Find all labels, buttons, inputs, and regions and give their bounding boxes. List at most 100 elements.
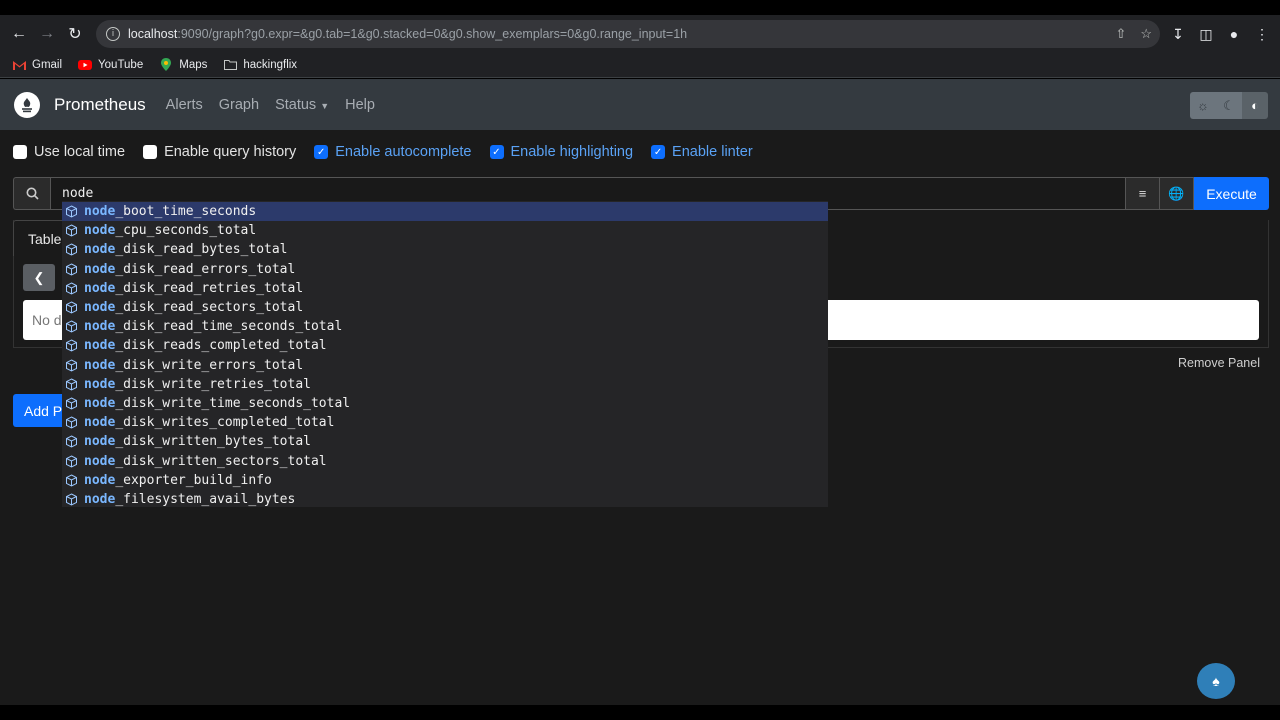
option-use-local-time[interactable]: Use local time xyxy=(13,144,125,160)
autocomplete-item[interactable]: node _disk_reads_completed_total xyxy=(62,336,828,355)
metric-cube-icon xyxy=(65,339,78,352)
autocomplete-match: node xyxy=(84,261,116,277)
autocomplete-suffix: _disk_written_sectors_total xyxy=(115,453,327,469)
autocomplete-suffix: _disk_read_time_seconds_total xyxy=(115,319,343,335)
checkbox-checked[interactable]: ✓ xyxy=(489,145,504,159)
autocomplete-item[interactable]: node _disk_write_retries_total xyxy=(62,375,828,394)
bookmark-hackingflix[interactable]: hackingflix xyxy=(223,59,297,71)
back-icon[interactable]: ← xyxy=(5,20,33,48)
bottom-letterbox xyxy=(0,705,1280,720)
autocomplete-item[interactable]: node _cpu_seconds_total xyxy=(62,221,828,240)
maps-icon xyxy=(159,58,173,71)
gmail-icon xyxy=(12,59,26,71)
bookmark-star-icon[interactable]: ☆ xyxy=(1140,26,1152,42)
autocomplete-match: node xyxy=(84,453,116,469)
bookmark-maps[interactable]: Maps xyxy=(159,58,207,71)
top-letterbox xyxy=(0,0,1280,15)
tab-table[interactable]: Table xyxy=(13,220,65,256)
autocomplete-match: node xyxy=(84,338,116,354)
metric-cube-icon xyxy=(65,359,78,372)
autocomplete-item[interactable]: node _disk_written_bytes_total xyxy=(62,432,828,451)
search-icon xyxy=(13,177,50,210)
metric-cube-icon xyxy=(65,493,78,506)
nav-status[interactable]: Status ▼ xyxy=(275,97,329,113)
autocomplete-suffix: _disk_write_time_seconds_total xyxy=(115,395,351,411)
option-enable-linter[interactable]: ✓ Enable linter xyxy=(651,144,753,160)
metrics-explorer-icon[interactable]: 🌐 xyxy=(1160,177,1194,210)
brand-title[interactable]: Prometheus xyxy=(54,95,146,115)
metric-cube-icon xyxy=(65,378,78,391)
share-icon[interactable]: ⇧ xyxy=(1115,26,1126,42)
autocomplete-item[interactable]: node _disk_read_bytes_total xyxy=(62,240,828,259)
dark-theme-icon[interactable]: ☾ xyxy=(1216,92,1242,119)
nav-graph[interactable]: Graph xyxy=(219,97,259,113)
autocomplete-item[interactable]: node _filesystem_avail_bytes xyxy=(62,490,828,509)
remove-panel-link[interactable]: Remove Panel xyxy=(1178,356,1260,370)
checkbox-checked[interactable]: ✓ xyxy=(314,145,329,159)
nav-help[interactable]: Help xyxy=(345,97,375,113)
autocomplete-item[interactable]: node _disk_read_time_seconds_total xyxy=(62,317,828,336)
time-back-button[interactable]: ❮ xyxy=(23,264,55,291)
autocomplete-match: node xyxy=(84,472,116,488)
autocomplete-item[interactable]: node _disk_read_retries_total xyxy=(62,279,828,298)
query-options: Use local time Enable query history ✓ En… xyxy=(13,144,771,160)
autocomplete-match: node xyxy=(84,280,116,296)
option-enable-highlighting[interactable]: ✓ Enable highlighting xyxy=(489,144,633,160)
side-panel-icon[interactable]: ◫ xyxy=(1196,20,1216,48)
autocomplete-item[interactable]: node _disk_read_sectors_total xyxy=(62,298,828,317)
autocomplete-match: node xyxy=(84,434,116,450)
url-path: :9090/graph?g0.expr=&g0.tab=1&g0.stacked… xyxy=(177,27,688,41)
autocomplete-item[interactable]: node _exporter_build_info xyxy=(62,471,828,490)
format-expression-icon[interactable]: ≡ xyxy=(1126,177,1160,210)
autocomplete-match: node xyxy=(84,204,116,220)
prometheus-navbar: Prometheus Alerts Graph Status ▼ Help ☼ … xyxy=(0,79,1280,130)
autocomplete-suffix: _cpu_seconds_total xyxy=(115,223,257,239)
url-host: localhost xyxy=(128,27,178,41)
autocomplete-suffix: _disk_reads_completed_total xyxy=(115,338,327,354)
option-enable-autocomplete[interactable]: ✓ Enable autocomplete xyxy=(314,144,472,160)
autocomplete-match: node xyxy=(84,357,116,373)
autocomplete-item[interactable]: node _disk_read_errors_total xyxy=(62,260,828,279)
autocomplete-suffix: _disk_read_sectors_total xyxy=(115,300,304,316)
theme-toggle: ☼ ☾ ◐ xyxy=(1190,92,1268,119)
menu-kebab-icon[interactable]: ⋮ xyxy=(1252,20,1272,48)
checkbox-unchecked[interactable] xyxy=(143,145,158,159)
nav-alerts[interactable]: Alerts xyxy=(166,97,203,113)
checkbox-checked[interactable]: ✓ xyxy=(651,145,666,159)
autocomplete-item[interactable]: node _disk_write_errors_total xyxy=(62,356,828,375)
autocomplete-suffix: _boot_time_seconds xyxy=(115,204,257,220)
autocomplete-item[interactable]: node _disk_write_time_seconds_total xyxy=(62,394,828,413)
address-bar[interactable]: i localhost:9090/graph?g0.expr=&g0.tab=1… xyxy=(96,20,1160,48)
metric-cube-icon xyxy=(65,205,78,218)
metric-cube-icon xyxy=(65,282,78,295)
metric-cube-icon xyxy=(65,416,78,429)
execute-button[interactable]: Execute xyxy=(1194,177,1269,210)
autocomplete-match: node xyxy=(84,223,116,239)
autocomplete-match: node xyxy=(84,395,116,411)
autocomplete-item[interactable]: node _disk_written_sectors_total xyxy=(62,451,828,470)
metric-cube-icon xyxy=(65,454,78,468)
autocomplete-suffix: _disk_read_retries_total xyxy=(115,280,304,296)
autocomplete-suffix: _disk_read_errors_total xyxy=(115,261,296,277)
caret-down-icon: ▼ xyxy=(320,100,330,111)
autocomplete-match: node xyxy=(84,376,116,392)
bookmark-gmail[interactable]: Gmail xyxy=(12,59,62,71)
autocomplete-item[interactable]: node _boot_time_seconds xyxy=(62,202,828,222)
checkbox-unchecked[interactable] xyxy=(13,145,27,159)
prometheus-logo-icon[interactable] xyxy=(14,91,40,118)
download-icon[interactable]: ↧ xyxy=(1168,20,1188,48)
reload-icon[interactable]: ↻ xyxy=(61,20,89,48)
forward-icon[interactable]: → xyxy=(33,20,61,48)
light-theme-icon[interactable]: ☼ xyxy=(1190,92,1216,119)
autocomplete-match: node xyxy=(84,491,116,507)
bookmark-youtube[interactable]: YouTube xyxy=(78,59,143,71)
profile-icon[interactable]: ● xyxy=(1224,20,1244,48)
browser-theme-icon[interactable]: ◐ xyxy=(1242,92,1268,119)
option-enable-query-history[interactable]: Enable query history xyxy=(143,144,296,160)
metric-cube-icon xyxy=(65,301,78,314)
metric-cube-icon xyxy=(65,224,78,237)
bookmarks-bar: Gmail YouTube Maps hackingflix xyxy=(0,52,1280,78)
site-info-icon[interactable]: i xyxy=(106,27,120,41)
autocomplete-match: node xyxy=(84,300,116,316)
autocomplete-item[interactable]: node _disk_writes_completed_total xyxy=(62,413,828,432)
